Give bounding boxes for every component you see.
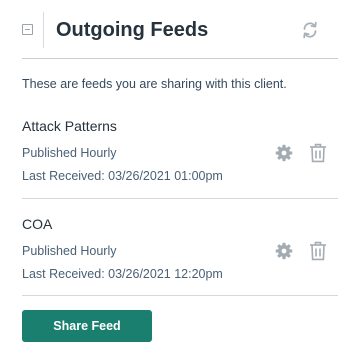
header-divider — [43, 12, 44, 48]
feed-name: Attack Patterns — [22, 118, 117, 134]
feed-divider — [22, 295, 338, 296]
trash-icon[interactable] — [309, 241, 327, 261]
feed-last-received: Last Received: 03/26/2021 12:20pm — [22, 267, 223, 281]
feed-divider — [22, 198, 338, 199]
feed-last-received: Last Received: 03/26/2021 01:00pm — [22, 169, 223, 183]
share-feed-button[interactable]: Share Feed — [22, 310, 152, 342]
header-divider-line — [22, 58, 338, 59]
panel-header: Outgoing Feeds — [0, 0, 356, 59]
panel-title: Outgoing Feeds — [56, 19, 209, 41]
feed-frequency: Published Hourly — [22, 146, 117, 160]
panel-description: These are feeds you are sharing with thi… — [22, 77, 287, 91]
outgoing-feeds-panel: Outgoing Feeds These are feeds you are s… — [0, 0, 356, 359]
feed-item: Attack Patterns Published Hourly Last Re… — [22, 117, 338, 201]
feed-name: COA — [22, 216, 53, 232]
feed-frequency: Published Hourly — [22, 244, 117, 258]
feed-item: COA Published Hourly Last Received: 03/2… — [22, 215, 338, 299]
trash-icon[interactable] — [309, 143, 327, 163]
collapse-icon[interactable] — [22, 24, 33, 35]
gear-icon[interactable] — [275, 144, 293, 162]
refresh-icon[interactable] — [300, 20, 320, 40]
gear-icon[interactable] — [275, 242, 293, 260]
